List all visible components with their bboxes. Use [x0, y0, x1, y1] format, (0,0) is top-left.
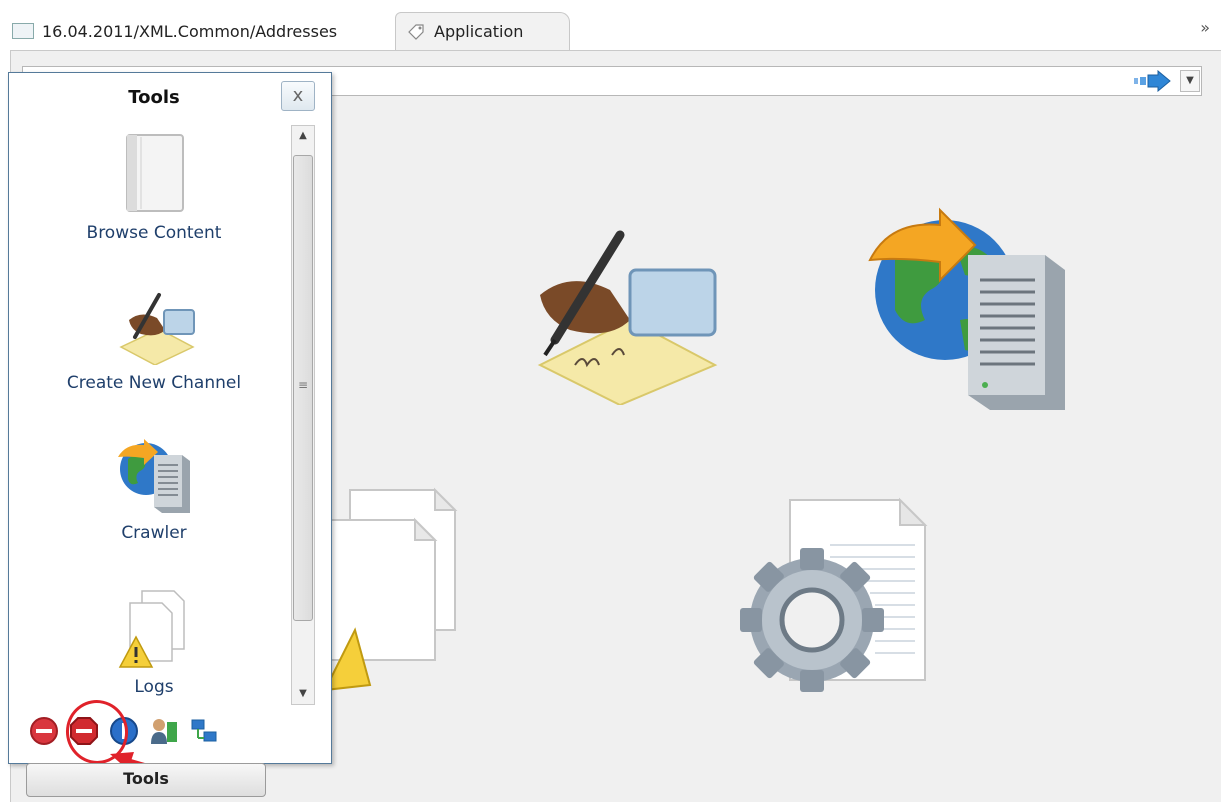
tool-item-label: Logs: [134, 677, 174, 697]
tool-item-logs[interactable]: Logs: [19, 587, 289, 697]
scroll-down-icon[interactable]: ▼: [291, 683, 315, 705]
document-icon: [12, 23, 34, 39]
pen-signature-icon[interactable]: [500, 215, 730, 405]
tools-dock-button[interactable]: Tools: [26, 763, 266, 797]
book-icon: [126, 134, 184, 212]
logs-warning-icon: [118, 590, 185, 668]
pen-signature-icon: [119, 293, 195, 365]
panel-title: Tools: [128, 87, 180, 108]
tools-panel: Tools x ▲ ≡ ▼ Browse Content Create New …: [8, 72, 332, 764]
tab-application[interactable]: Application: [395, 12, 570, 50]
tab-label: Application: [434, 22, 524, 41]
tool-item-crawler[interactable]: Crawler: [19, 435, 289, 543]
close-icon[interactable]: x: [281, 81, 315, 111]
tool-item-label: Create New Channel: [66, 373, 242, 393]
logs-warning-icon[interactable]: [315, 480, 475, 695]
tab-overflow-icon[interactable]: »: [1200, 18, 1210, 37]
globe-server-icon[interactable]: [860, 200, 1080, 420]
tab-addresses[interactable]: 16.04.2011/XML.Common/Addresses: [12, 14, 337, 48]
tool-item-label: Crawler: [121, 523, 187, 543]
go-arrow-icon[interactable]: [1132, 70, 1176, 92]
tab-label: 16.04.2011/XML.Common/Addresses: [42, 21, 338, 41]
globe-server-icon: [118, 439, 190, 513]
power-icon[interactable]: [29, 716, 59, 746]
settings-document-icon[interactable]: [740, 495, 940, 695]
tool-item-label: Browse Content: [86, 223, 222, 243]
chevron-down-icon[interactable]: ▼: [1180, 70, 1200, 92]
tag-icon: [408, 23, 424, 40]
grip-icon: ≡: [297, 378, 309, 392]
tool-item-browse-content[interactable]: Browse Content: [19, 131, 289, 243]
scroll-up-icon[interactable]: ▲: [291, 125, 315, 147]
tool-item-create-new-channel[interactable]: Create New Channel: [19, 285, 289, 393]
